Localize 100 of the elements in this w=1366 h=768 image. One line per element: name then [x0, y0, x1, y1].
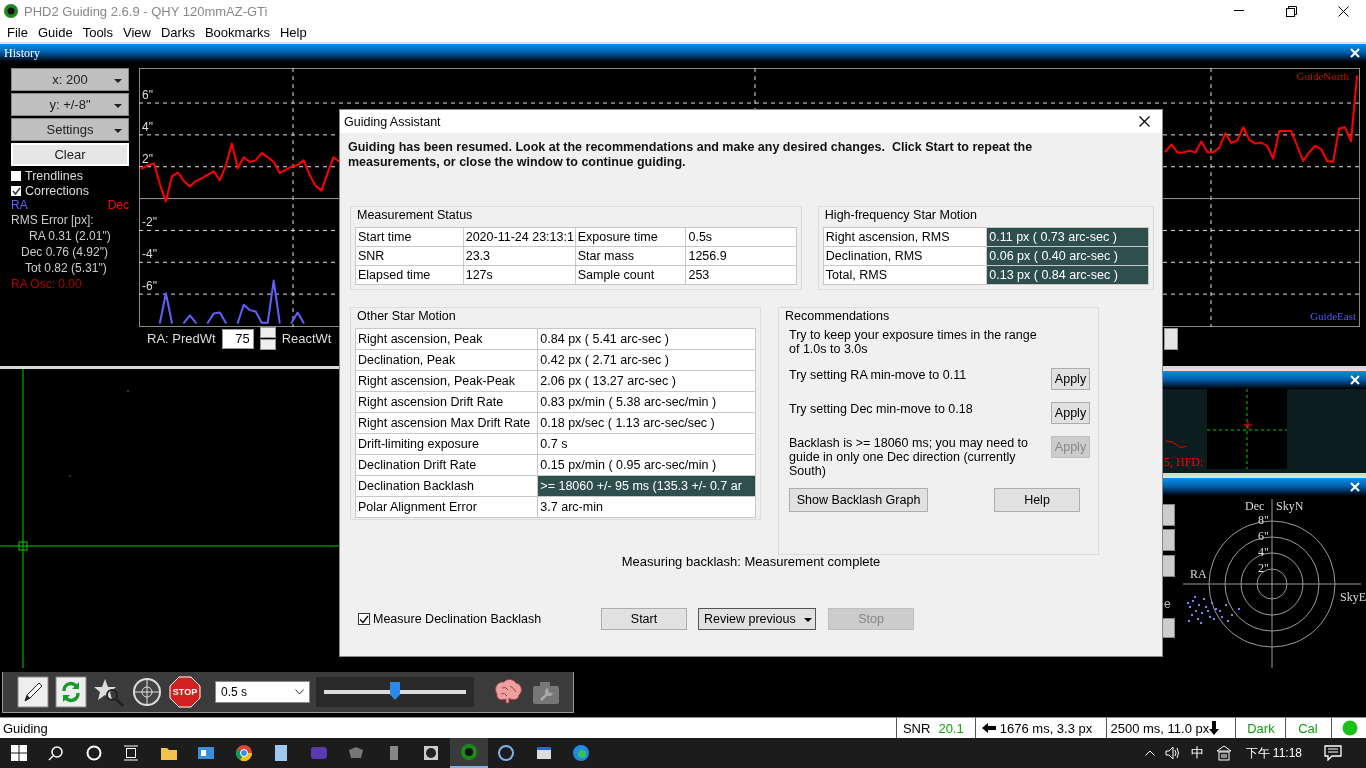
- checkbox[interactable]: [11, 185, 21, 196]
- ring-label: 2": [1258, 561, 1269, 575]
- slider[interactable]: [316, 677, 474, 707]
- task-view-icon[interactable]: [123, 745, 140, 761]
- group-title: High-frequency Star Motion: [824, 208, 977, 222]
- table-cell: Polar Alignment Error: [355, 496, 538, 518]
- instructions-text: Guiding has been resumed. Look at the recommendations and make any desired changes. Click Start to repeat the measurements, or close the window to continue guiding.: [348, 140, 1034, 170]
- table-cell: SNR: [355, 246, 464, 266]
- status-label: SNR: [902, 720, 931, 736]
- status-text: Guiding: [3, 720, 48, 736]
- table-cell: 3.7 arc-min: [537, 496, 756, 518]
- checkbox-label: Corrections: [25, 183, 89, 198]
- input-field[interactable]: 75: [221, 328, 254, 349]
- profile-curve: [1165, 439, 1187, 449]
- table-cell: Elapsed time: [355, 265, 464, 285]
- table-cell: 0.83 px/min ( 5.38 arc-sec/min ): [537, 391, 756, 413]
- table-cell: Right ascension, Peak-Peak: [355, 370, 538, 392]
- guide-points-drawing: [1187, 596, 1240, 624]
- apply-button[interactable]: Apply: [1051, 402, 1090, 424]
- crosshair-icon[interactable]: [131, 676, 163, 708]
- refresh-icon[interactable]: [55, 676, 87, 708]
- table-cell: 0.5s: [685, 227, 797, 247]
- menu-item[interactable]: Bookmarks: [199, 24, 275, 40]
- windows-logo-icon[interactable]: [10, 745, 27, 761]
- ring-label: 6": [1258, 529, 1269, 543]
- checkbox-label: Measure Declination Backlash: [373, 612, 542, 626]
- table-cell: Declination, RMS: [823, 246, 987, 266]
- clock[interactable]: 下午 11:18: [1237, 744, 1310, 762]
- table-cell: 0.18 px/sec ( 1.13 arc-sec/sec ): [537, 412, 756, 434]
- table-cell: Right ascension, RMS: [823, 227, 987, 247]
- search-icon[interactable]: [48, 745, 65, 761]
- dropdown-button[interactable]: Review previous: [698, 608, 816, 630]
- dropdown[interactable]: y: +/-8": [11, 93, 129, 116]
- caret-icon[interactable]: [1144, 750, 1155, 756]
- speaker-icon[interactable]: [1164, 746, 1181, 760]
- close-icon[interactable]: [1139, 116, 1150, 127]
- axis-label: Dec: [1245, 499, 1265, 513]
- menu-item[interactable]: Help: [274, 24, 312, 40]
- show-graph-button[interactable]: Show Backlash Graph: [789, 488, 928, 512]
- pencil-icon[interactable]: [17, 676, 49, 708]
- down-arrow-icon: [1209, 721, 1220, 735]
- notification-icon[interactable]: [1324, 745, 1342, 761]
- group-title: Other Star Motion: [357, 309, 456, 323]
- table-cell: Drift-limiting exposure: [355, 433, 538, 455]
- table-cell: 127s: [463, 265, 576, 285]
- table-cell: Declination, Peak: [355, 349, 538, 371]
- table-cell: Right ascension, Peak: [355, 328, 538, 350]
- field-label: ReactWt: [281, 331, 332, 346]
- oscillation-value: RA Osc: 0.00: [11, 277, 83, 293]
- recommendation-text: Try to keep your exposure times in the range of 1.0s to 3.0s: [789, 328, 1038, 356]
- stop-button[interactable]: STOP: [169, 676, 201, 708]
- recommendation-text: Try setting Dec min-move to 0.18: [789, 402, 974, 416]
- table-cell: Total, RMS: [823, 265, 987, 285]
- axis-label: 2": [142, 151, 153, 166]
- minimize-icon[interactable]: [1234, 10, 1244, 12]
- circle-icon[interactable]: [85, 745, 102, 761]
- dropdown[interactable]: Settings: [11, 118, 129, 141]
- table-cell: Declination Backlash: [355, 475, 538, 497]
- input-method-indicator[interactable]: 中: [1184, 744, 1210, 762]
- snr-value: 20.1: [938, 720, 964, 736]
- menu-item[interactable]: File: [2, 24, 33, 40]
- menu-item[interactable]: Tools: [77, 24, 118, 40]
- exposure-dropdown[interactable]: 0.5 s: [215, 681, 310, 703]
- caret-icon: [803, 618, 812, 623]
- app-icon[interactable]: [497, 744, 516, 762]
- checkbox[interactable]: [358, 613, 370, 625]
- menu-item[interactable]: View: [118, 24, 156, 40]
- axis-label: -4": [142, 247, 157, 262]
- legend-label: RA: [11, 198, 28, 213]
- restore-icon[interactable]: [1285, 5, 1297, 17]
- table-cell: 253: [685, 265, 797, 285]
- axis-label: -2": [142, 215, 157, 230]
- checkbox[interactable]: [11, 170, 21, 181]
- calibration-indicator: Cal: [1298, 720, 1318, 736]
- guide-north-label: GuideNorth: [1296, 70, 1349, 82]
- button[interactable]: Start: [601, 608, 687, 630]
- table-cell: Right ascension Max Drift Rate: [355, 412, 538, 434]
- table-cell: 0.15 px/min ( 0.95 arc-sec/min ): [537, 454, 756, 476]
- menu-item[interactable]: Guide: [32, 24, 78, 40]
- dialog-title: Guiding Assistant: [344, 114, 441, 129]
- dec-pulse-text: 2500 ms, 11.0 px: [1110, 720, 1210, 736]
- status-dot-icon: [1342, 720, 1359, 736]
- spin-buttons[interactable]: [259, 327, 276, 350]
- edge-icon[interactable]: [572, 744, 591, 762]
- app-icon[interactable]: [534, 744, 553, 762]
- clear-button[interactable]: Clear: [11, 143, 129, 166]
- browser-icon[interactable]: [234, 744, 253, 762]
- apply-button[interactable]: Apply: [1051, 368, 1090, 390]
- slider-thumb[interactable]: [390, 682, 400, 700]
- app-logo-icon[interactable]: [459, 743, 478, 761]
- help-button[interactable]: Help: [994, 488, 1080, 512]
- close-icon[interactable]: [1337, 5, 1349, 17]
- table-cell: 23.3: [463, 246, 576, 266]
- app-icon[interactable]: [422, 744, 441, 762]
- table-cell: Start time: [355, 227, 464, 247]
- dropdown[interactable]: x: 200: [11, 68, 129, 91]
- group-title: Measurement Status: [357, 208, 473, 222]
- app-icon[interactable]: [197, 744, 216, 762]
- menu-item[interactable]: Darks: [155, 24, 200, 40]
- field-label: RA: PredWt: [147, 331, 216, 346]
